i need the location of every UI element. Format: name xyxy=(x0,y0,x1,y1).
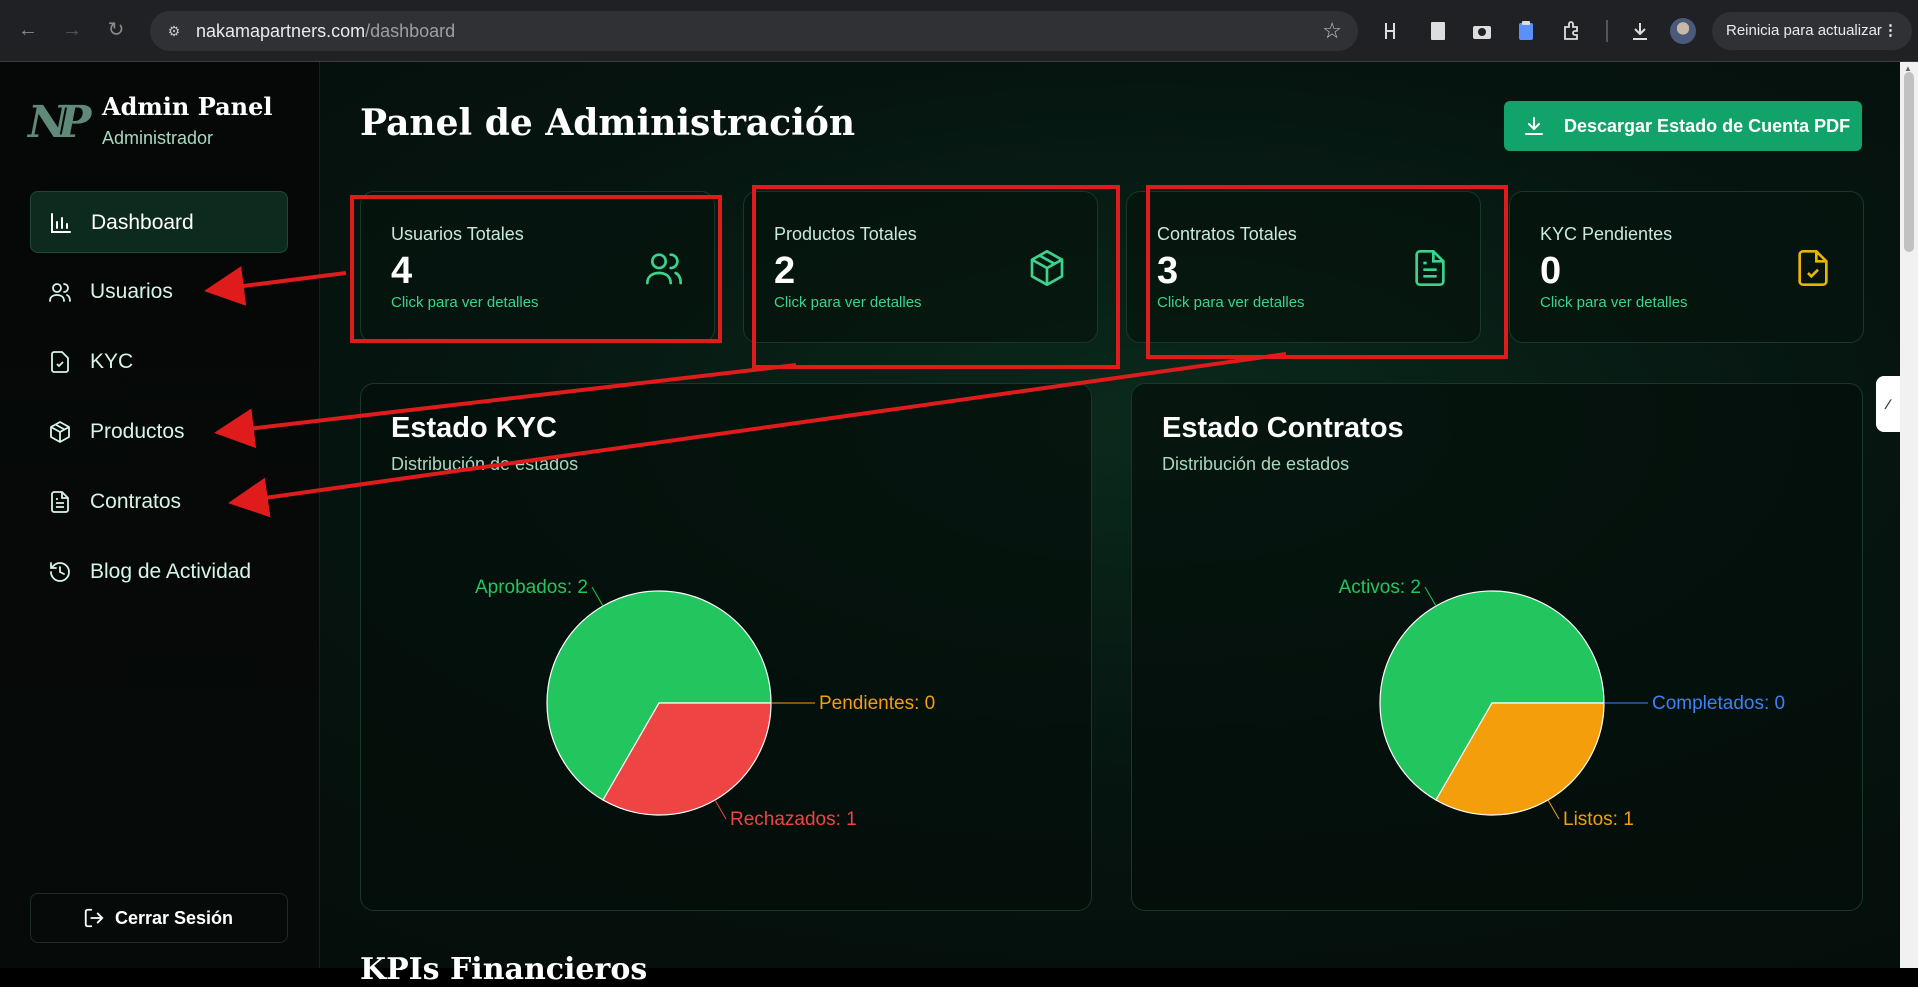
scrollbar-thumb[interactable] xyxy=(1904,72,1914,252)
browser-toolbar: ← → ↻ ⚙ nakamapartners.com/dashboard ☆ R… xyxy=(0,0,1918,62)
sidebar-item-label: Contratos xyxy=(90,490,182,513)
toolbar-divider xyxy=(1606,20,1608,42)
stat-card-title: KYC Pendientes xyxy=(1540,224,1673,244)
sidebar-item-usuarios[interactable]: Usuarios xyxy=(30,261,288,323)
stat-card-value: 3 xyxy=(1157,250,1179,292)
url-text[interactable]: nakamapartners.com/dashboard xyxy=(196,21,455,41)
page-scrollbar[interactable]: ▲ xyxy=(1900,62,1918,968)
stat-card-link[interactable]: Click para ver detalles xyxy=(774,294,922,311)
sidebar-item-productos[interactable]: Productos xyxy=(30,401,288,463)
brand-title: Admin Panel xyxy=(102,92,273,121)
stat-card-value: 4 xyxy=(391,250,413,292)
extension-camera-icon[interactable] xyxy=(1470,19,1494,43)
stat-card-kyc-pendientes[interactable]: KYC Pendientes 0 Click para ver detalles xyxy=(1509,191,1864,343)
app-root: NP Admin Panel Administrador Dashboard U… xyxy=(0,62,1918,987)
stat-card-title: Productos Totales xyxy=(774,224,917,244)
stat-card-usuarios[interactable]: Usuarios Totales 4 Click para ver detall… xyxy=(360,191,715,343)
pie-chart-kyc: Aprobados: 2 Rechazados: 1 Pendientes: 0 xyxy=(475,577,935,830)
pie-label-rechazados: Rechazados: 1 xyxy=(730,809,857,830)
sidebar-item-contratos[interactable]: Contratos xyxy=(30,471,288,533)
file-text-icon xyxy=(1415,250,1445,286)
profile-avatar[interactable] xyxy=(1670,18,1696,44)
sidebar-item-label: Dashboard xyxy=(91,211,194,234)
stat-card-value: 0 xyxy=(1540,250,1562,292)
sidebar-item-label: KYC xyxy=(90,350,134,373)
chart-panel-contratos: Estado Contratos Distribución de estados… xyxy=(1131,383,1863,911)
pie-label-aprobados: Aprobados: 2 xyxy=(475,577,588,598)
forward-icon[interactable]: → xyxy=(58,16,86,44)
pie-label-listos: Listos: 1 xyxy=(1563,809,1634,830)
stat-card-value: 2 xyxy=(774,250,796,292)
address-bar[interactable]: ⚙ nakamapartners.com/dashboard ☆ xyxy=(150,11,1358,51)
extension-h-icon[interactable] xyxy=(1380,19,1404,43)
sidebar-item-label: Productos xyxy=(90,420,185,443)
stat-card-title: Usuarios Totales xyxy=(391,224,524,244)
logout-label: Cerrar Sesión xyxy=(114,908,234,928)
sidebar-item-dashboard[interactable]: Dashboard xyxy=(30,191,288,253)
section-heading-kpis: KPIs Financieros xyxy=(360,952,648,987)
stat-card-title: Contratos Totales xyxy=(1157,224,1297,244)
file-check-icon xyxy=(1798,250,1828,286)
pie-label-completados: Completados: 0 xyxy=(1652,693,1785,714)
extension-document-icon[interactable] xyxy=(1426,19,1450,43)
menu-dots-icon[interactable]: ⋮ xyxy=(1883,12,1898,50)
pie-label-line xyxy=(1424,586,1437,607)
site-settings-icon[interactable]: ⚙ xyxy=(164,21,184,41)
file-text-icon xyxy=(51,491,69,513)
back-icon[interactable]: ← xyxy=(14,16,42,44)
page-title: Panel de Administración xyxy=(360,102,856,144)
sidebar: NP Admin Panel Administrador Dashboard U… xyxy=(0,62,320,968)
bookmark-star-icon[interactable]: ☆ xyxy=(1322,19,1342,43)
sidebar-item-kyc[interactable]: KYC xyxy=(30,331,288,393)
pie-chart-contratos: Activos: 2 Listos: 1 Completados: 0 xyxy=(1339,577,1785,830)
extension-clipboard-icon[interactable] xyxy=(1514,19,1538,43)
file-check-icon xyxy=(51,351,69,373)
chart-panel-kyc: Estado KYC Distribución de estados Aprob… xyxy=(360,383,1092,911)
users-icon xyxy=(49,283,71,302)
pie-label-activos: Activos: 2 xyxy=(1339,577,1421,598)
stat-card-contratos[interactable]: Contratos Totales 3 Click para ver detal… xyxy=(1126,191,1481,343)
users-icon xyxy=(646,253,682,285)
download-statement-label: Descargar Estado de Cuenta PDF xyxy=(1564,116,1851,136)
pie-label-line xyxy=(591,586,604,607)
brand-logo: NP xyxy=(28,97,91,148)
pie-label-pendientes: Pendientes: 0 xyxy=(819,693,935,714)
package-icon xyxy=(50,421,70,443)
stat-card-link[interactable]: Click para ver detalles xyxy=(391,294,539,311)
download-icon[interactable] xyxy=(1628,19,1652,43)
package-icon xyxy=(1030,250,1064,286)
pie-label-line xyxy=(1547,799,1560,820)
sidebar-item-blog-de-actividad[interactable]: Blog de Actividad xyxy=(30,541,288,603)
stat-card-productos[interactable]: Productos Totales 2 Click para ver detal… xyxy=(743,191,1098,343)
stat-card-link[interactable]: Click para ver detalles xyxy=(1540,294,1688,311)
extensions-puzzle-icon[interactable] xyxy=(1560,19,1584,43)
sidebar-item-label: Blog de Actividad xyxy=(90,560,252,583)
history-icon xyxy=(50,562,70,582)
stat-card-link[interactable]: Click para ver detalles xyxy=(1157,294,1305,311)
pie-label-line xyxy=(714,799,727,820)
brand-subtitle: Administrador xyxy=(102,128,214,148)
reload-icon[interactable]: ↻ xyxy=(102,16,130,44)
download-statement-button[interactable]: Descargar Estado de Cuenta PDF xyxy=(1504,101,1862,151)
bar-chart-icon xyxy=(51,213,71,233)
logout-icon xyxy=(84,908,104,928)
sidebar-item-label: Usuarios xyxy=(90,280,173,303)
logout-button[interactable]: Cerrar Sesión xyxy=(30,893,288,943)
download-icon xyxy=(1525,117,1543,135)
update-button[interactable]: Reinicia para actualizar ⋮ xyxy=(1712,12,1912,50)
side-widget-h-icon[interactable]: ∕ xyxy=(1876,376,1900,432)
